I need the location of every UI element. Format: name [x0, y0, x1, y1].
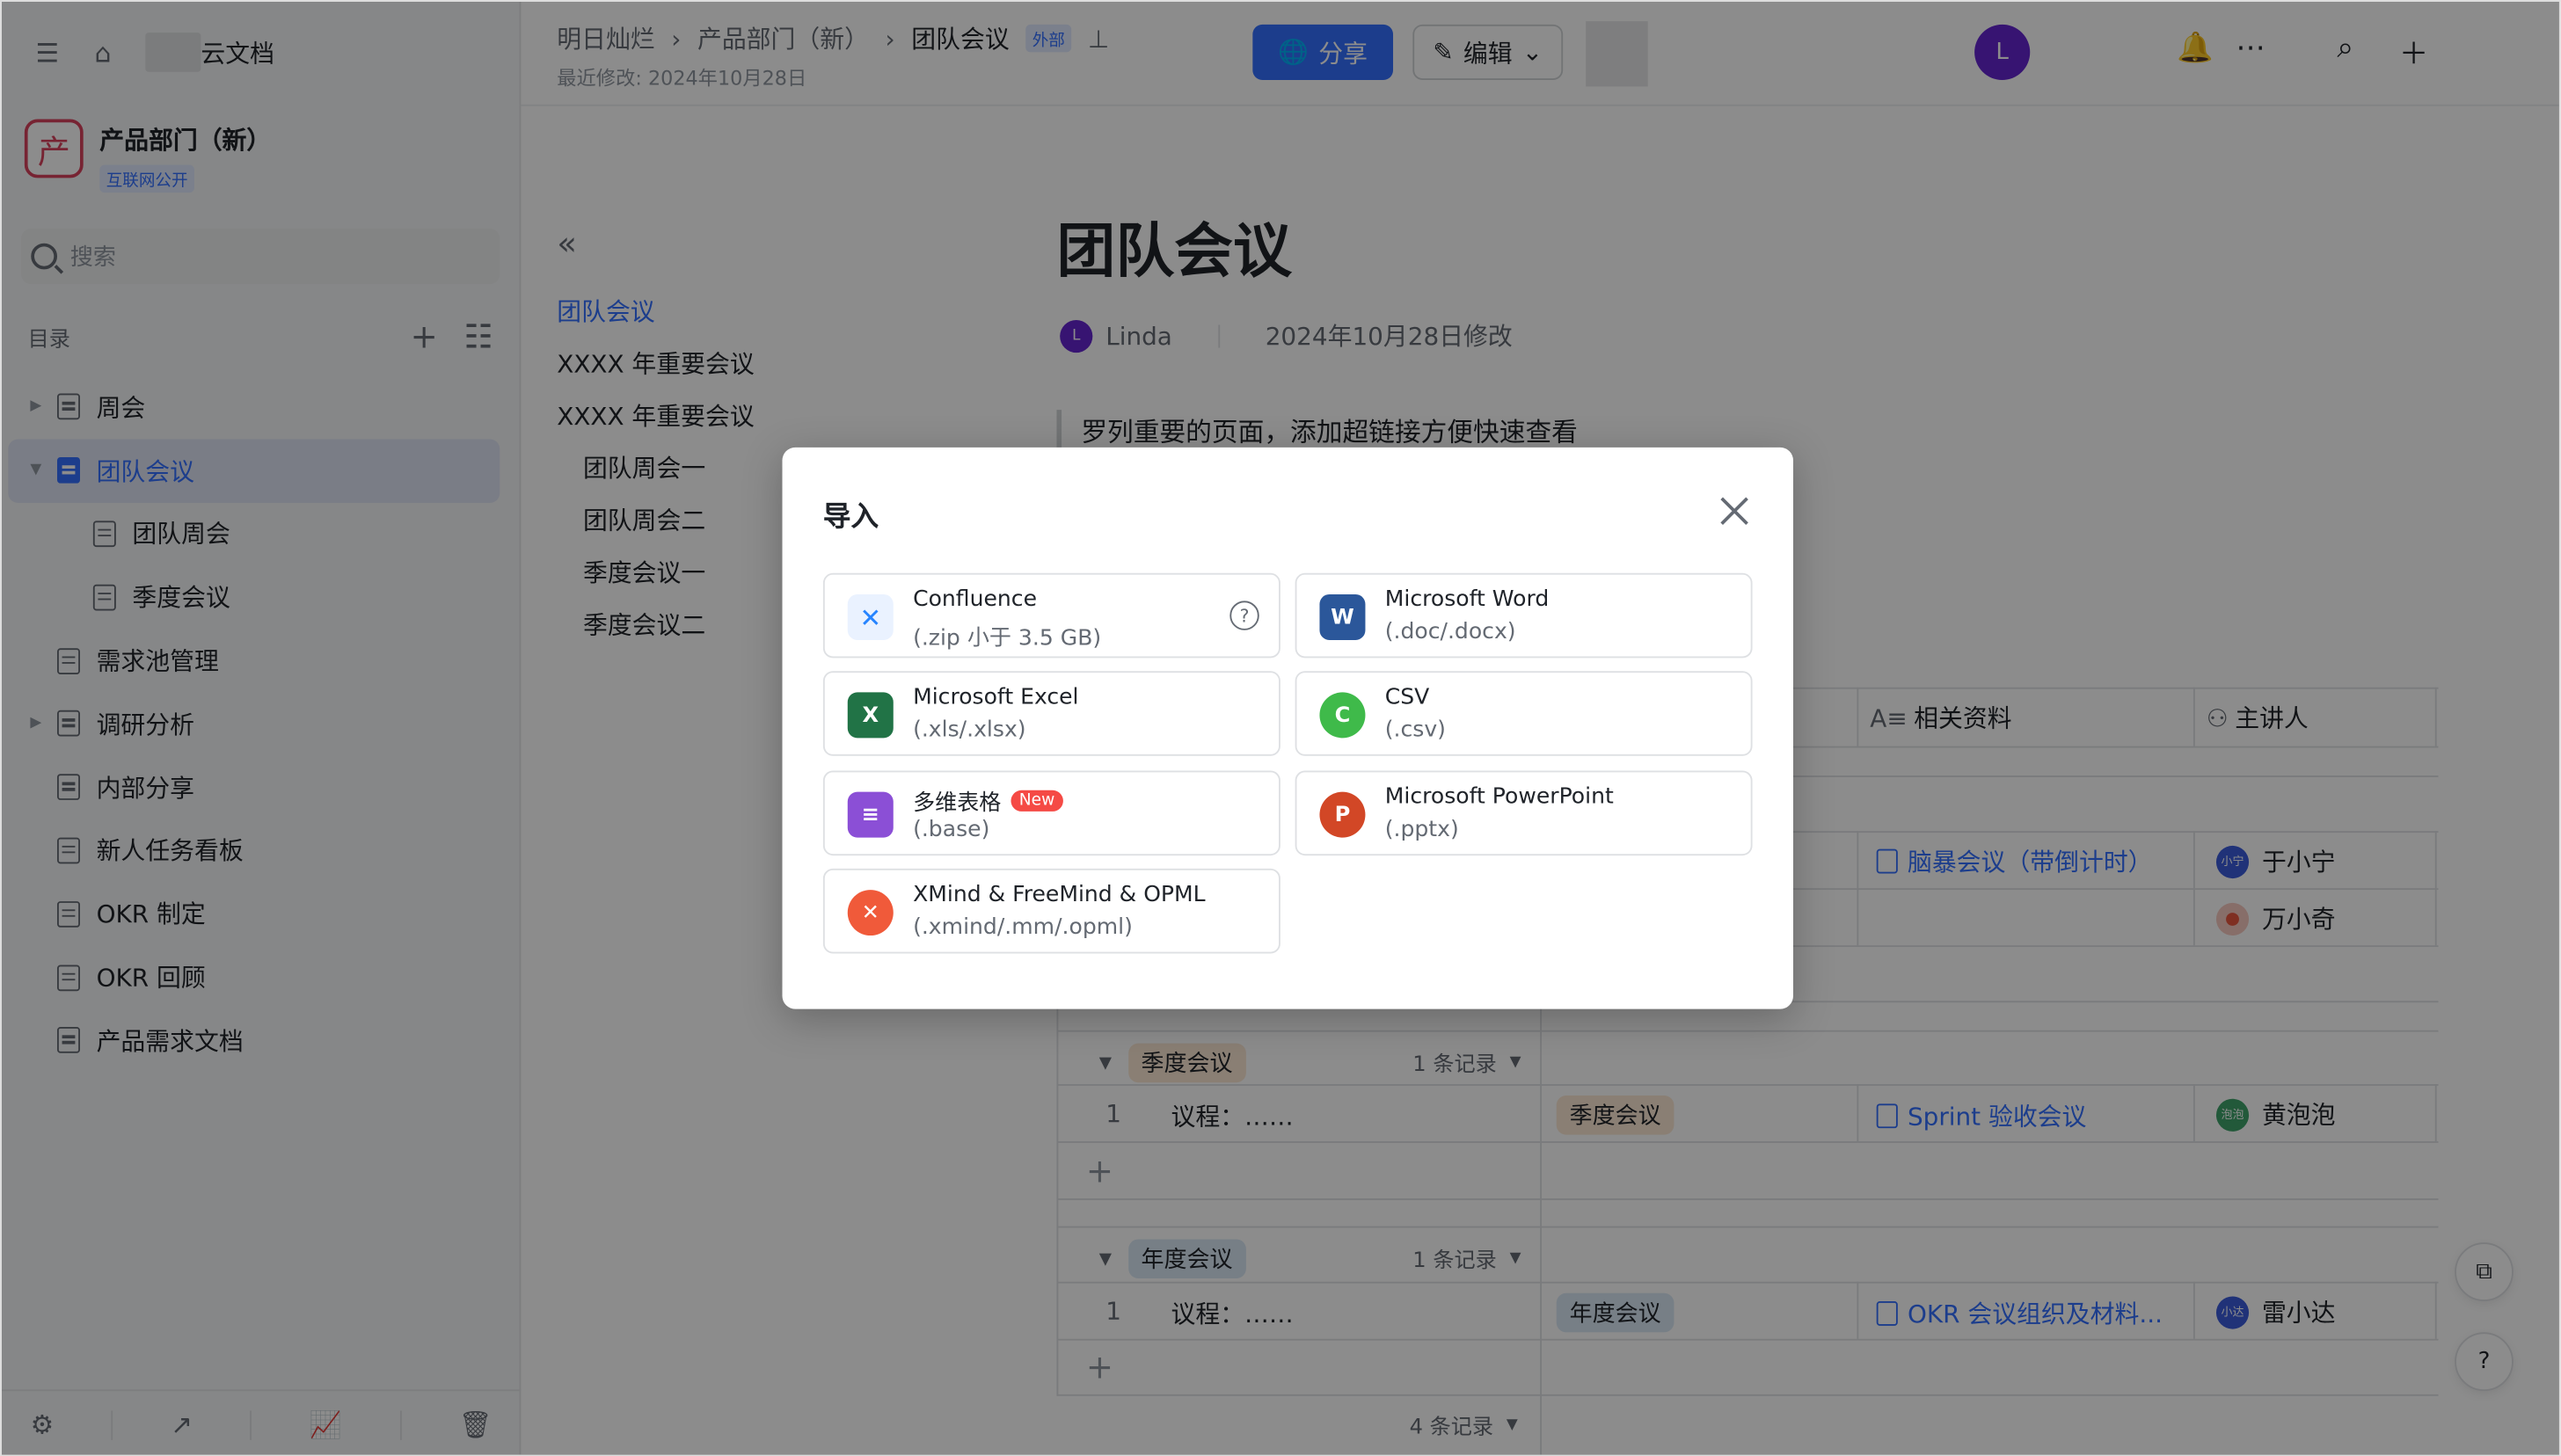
import-option-base[interactable]: ≡ 多维表格 New (.base): [822, 770, 1280, 856]
import-dialog: 导入 ✕ Confluence (.zip 小于 3.5 GB) ? W Mic…: [782, 447, 1793, 1009]
confluence-icon: ✕: [847, 593, 894, 640]
help-icon[interactable]: ?: [1229, 601, 1259, 630]
dialog-title: 导入: [822, 501, 879, 535]
word-icon: W: [1319, 593, 1366, 640]
base-icon: ≡: [847, 791, 894, 838]
import-option-confluence[interactable]: ✕ Confluence (.zip 小于 3.5 GB) ?: [822, 572, 1280, 659]
close-icon[interactable]: [1717, 493, 1753, 529]
csv-icon: C: [1319, 692, 1366, 739]
app-window: ☰ ⌂ 云文档 产 产品部门（新） 互联网公开 搜索 目录 + ☷ ▶ 周会 ▼ 团…: [0, 0, 2561, 1456]
new-badge: New: [1011, 789, 1063, 812]
import-option-powerpoint[interactable]: P Microsoft PowerPoint (.pptx): [1295, 770, 1753, 856]
import-option-mindmap[interactable]: ✕ XMind & FreeMind & OPML (.xmind/.mm/.o…: [822, 868, 1280, 954]
import-option-csv[interactable]: C CSV (.csv): [1295, 671, 1753, 756]
excel-icon: X: [847, 692, 894, 739]
import-option-excel[interactable]: X Microsoft Excel (.xls/.xlsx): [822, 671, 1280, 756]
import-option-word[interactable]: W Microsoft Word (.doc/.docx): [1295, 572, 1753, 659]
mindmap-icon: ✕: [847, 890, 894, 936]
powerpoint-icon: P: [1319, 791, 1366, 838]
